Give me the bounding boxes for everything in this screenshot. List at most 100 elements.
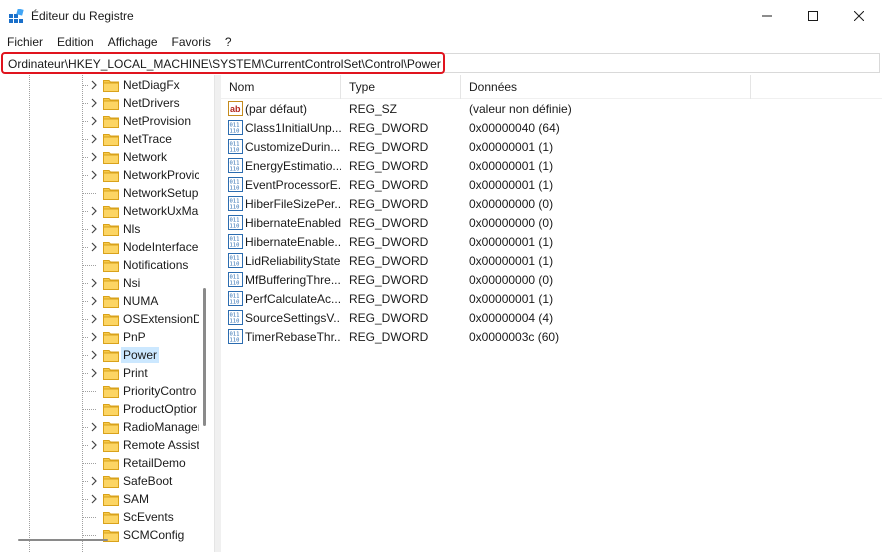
- tree-item[interactable]: Nls: [0, 220, 214, 238]
- chevron-right-icon[interactable]: [88, 79, 100, 91]
- tree-item[interactable]: NetDrivers: [0, 94, 214, 112]
- value-row[interactable]: 011 110 PerfCalculateAc... REG_DWORD 0x00000…: [221, 289, 882, 308]
- tree-item-label[interactable]: NUMA: [121, 293, 199, 309]
- value-row[interactable]: ab (par défaut) REG_SZ (valeur non définie): [221, 99, 882, 118]
- value-row[interactable]: 011 110 SourceSettingsV... REG_DWORD 0x00000…: [221, 308, 882, 327]
- tree-item-label[interactable]: Power: [121, 347, 160, 363]
- tree-item-label[interactable]: PnP: [121, 329, 199, 345]
- chevron-right-icon[interactable]: [88, 277, 100, 289]
- tree-item[interactable]: NetTrace: [0, 130, 214, 148]
- tree-item-label[interactable]: ProductOptior: [121, 401, 199, 417]
- value-row[interactable]: 011 110 TimerRebaseThr... REG_DWORD 0x000000…: [221, 327, 882, 346]
- tree-vertical-scrollbar[interactable]: [203, 288, 206, 426]
- tree-item-label[interactable]: OSExtensionD: [121, 311, 199, 327]
- tree-item[interactable]: ScEvents: [0, 508, 214, 526]
- tree-item-label[interactable]: SCMConfig: [121, 527, 199, 543]
- tree-item[interactable]: SAM: [0, 490, 214, 508]
- column-header-name[interactable]: Nom: [221, 75, 341, 99]
- chevron-right-icon[interactable]: [88, 475, 100, 487]
- tree-item-label[interactable]: SafeBoot: [121, 473, 199, 489]
- tree-horizontal-scrollbar[interactable]: [18, 539, 108, 541]
- tree-item-label[interactable]: NetworkSetup: [121, 185, 199, 201]
- tree-item-label[interactable]: NetworkProvic: [121, 167, 199, 183]
- tree-item-label[interactable]: SAM: [121, 491, 199, 507]
- value-row[interactable]: 011 110 Class1InitialUnp... REG_DWORD 0x0000…: [221, 118, 882, 137]
- tree-item-label[interactable]: NetDiagFx: [121, 77, 199, 93]
- tree-item[interactable]: NodeInterface: [0, 238, 214, 256]
- chevron-right-icon[interactable]: [88, 421, 100, 433]
- tree-item[interactable]: Remote Assist: [0, 436, 214, 454]
- tree-item[interactable]: NetDiagFx: [0, 76, 214, 94]
- tree-item[interactable]: PriorityContro: [0, 382, 214, 400]
- tree-item-label[interactable]: Network: [121, 149, 199, 165]
- column-header-type[interactable]: Type: [341, 75, 461, 99]
- tree-item[interactable]: RadioManager: [0, 418, 214, 436]
- value-row[interactable]: 011 110 EventProcessorE... REG_DWORD 0x00000…: [221, 175, 882, 194]
- tree-item-label[interactable]: Nsi: [121, 275, 199, 291]
- chevron-right-icon[interactable]: [88, 97, 100, 109]
- tree-item[interactable]: SCMConfig: [0, 526, 214, 544]
- tree-item[interactable]: NetworkSetup: [0, 184, 214, 202]
- tree-item-label[interactable]: NetTrace: [121, 131, 199, 147]
- tree-item-label[interactable]: ScEvents: [121, 509, 199, 525]
- tree-item[interactable]: NUMA: [0, 292, 214, 310]
- tree-item[interactable]: SafeBoot: [0, 472, 214, 490]
- value-row[interactable]: 011 110 HiberFileSizePer... REG_DWORD 0x0000…: [221, 194, 882, 213]
- values-list-pane[interactable]: Nom Type Données ab (par défaut) REG_SZ (va…: [221, 75, 882, 552]
- tree-item[interactable]: NetworkProvic: [0, 166, 214, 184]
- tree-item[interactable]: Power: [0, 346, 214, 364]
- tree-item[interactable]: ProductOptior: [0, 400, 214, 418]
- tree-item[interactable]: Notifications: [0, 256, 214, 274]
- tree-item[interactable]: NetworkUxMa: [0, 202, 214, 220]
- minimize-button[interactable]: [744, 0, 790, 32]
- tree-item-label[interactable]: Notifications: [121, 257, 199, 273]
- tree-item-label[interactable]: Nls: [121, 221, 199, 237]
- chevron-right-icon[interactable]: [88, 133, 100, 145]
- menu-favoris[interactable]: Favoris: [165, 32, 218, 52]
- chevron-right-icon[interactable]: [88, 151, 100, 163]
- chevron-right-icon[interactable]: [88, 493, 100, 505]
- tree-item[interactable]: RetailDemo: [0, 454, 214, 472]
- maximize-button[interactable]: [790, 0, 836, 32]
- chevron-right-icon[interactable]: [88, 115, 100, 127]
- tree-item-label[interactable]: RetailDemo: [121, 455, 199, 471]
- chevron-right-icon[interactable]: [88, 439, 100, 451]
- tree-item-label[interactable]: Remote Assist: [121, 437, 199, 453]
- tree-item-label[interactable]: NetDrivers: [121, 95, 199, 111]
- chevron-right-icon[interactable]: [88, 331, 100, 343]
- tree-item[interactable]: Nsi: [0, 274, 214, 292]
- chevron-right-icon[interactable]: [88, 295, 100, 307]
- chevron-right-icon[interactable]: [88, 367, 100, 379]
- menu-edition[interactable]: Edition: [50, 32, 101, 52]
- value-row[interactable]: 011 110 HibernateEnabled REG_DWORD 0x0000000…: [221, 213, 882, 232]
- menu-affichage[interactable]: Affichage: [101, 32, 165, 52]
- key-tree-pane[interactable]: NetDiagFx NetDrivers NetProvision NetTrace N…: [0, 75, 215, 552]
- chevron-right-icon[interactable]: [88, 223, 100, 235]
- tree-item[interactable]: Print: [0, 364, 214, 382]
- chevron-right-icon[interactable]: [88, 169, 100, 181]
- value-row[interactable]: 011 110 LidReliabilityState REG_DWORD 0x0000…: [221, 251, 882, 270]
- tree-item-label[interactable]: RadioManager: [121, 419, 199, 435]
- tree-item-label[interactable]: NodeInterface: [121, 239, 199, 255]
- tree-item-label[interactable]: NetProvision: [121, 113, 199, 129]
- value-row[interactable]: 011 110 CustomizeDurin... REG_DWORD 0x000000…: [221, 137, 882, 156]
- value-row[interactable]: 011 110 HibernateEnable... REG_DWORD 0x00000…: [221, 232, 882, 251]
- tree-item-label[interactable]: Print: [121, 365, 199, 381]
- chevron-right-icon[interactable]: [88, 313, 100, 325]
- value-row[interactable]: 011 110 EnergyEstimatio... REG_DWORD 0x00000…: [221, 156, 882, 175]
- close-button[interactable]: [836, 0, 882, 32]
- tree-item[interactable]: PnP: [0, 328, 214, 346]
- tree-item[interactable]: OSExtensionD: [0, 310, 214, 328]
- tree-item-label[interactable]: NetworkUxMa: [121, 203, 199, 219]
- minimize-icon: [762, 15, 772, 17]
- chevron-right-icon[interactable]: [88, 241, 100, 253]
- column-header-data[interactable]: Données: [461, 75, 751, 99]
- tree-item[interactable]: Network: [0, 148, 214, 166]
- value-row[interactable]: 011 110 MfBufferingThre... REG_DWORD 0x00000…: [221, 270, 882, 289]
- chevron-right-icon[interactable]: [88, 205, 100, 217]
- tree-item-label[interactable]: PriorityContro: [121, 383, 199, 399]
- chevron-right-icon[interactable]: [88, 349, 100, 361]
- menu-help[interactable]: ?: [218, 32, 239, 52]
- tree-item[interactable]: NetProvision: [0, 112, 214, 130]
- menu-fichier[interactable]: Fichier: [0, 32, 50, 52]
